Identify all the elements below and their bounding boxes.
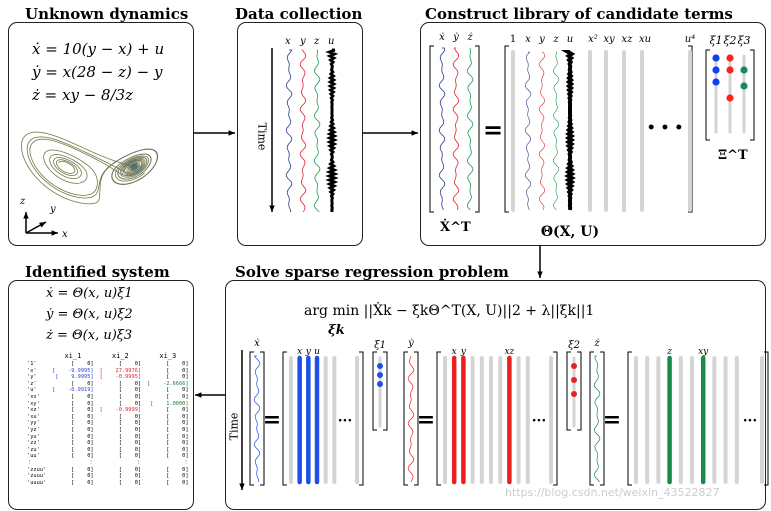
active-term-label: xz [504,347,514,357]
xdot-column-label: ż [466,32,473,43]
arrow-to-library-head [411,130,418,136]
theta-column-label: x [525,34,531,45]
active-term-label: y [305,347,312,357]
lhs-label: ż [593,338,600,349]
z-axis-arrow-head [23,212,29,219]
xdot-column-label: ẏ [452,32,459,43]
watermark: https://blog.csdn.net/weixin_43522827 [505,486,720,499]
xi-nonzero-coefficient [712,66,720,74]
lhs-label: ẏ [407,338,414,349]
equals-sign: = [417,407,435,433]
theta-column-label: xy [603,34,615,45]
theta-column-label: u [567,34,573,45]
regression-ellipsis: ··· [532,413,547,429]
theta-column-label: y [538,34,545,45]
xi-nonzero-coefficient [740,66,748,74]
regression-ellipsis: ··· [338,413,353,429]
u-timeseries [325,48,339,213]
theta-column-label: u⁴ [685,34,695,45]
xi-nonzero-coefficient [377,372,383,378]
xdot-column-label: ẋ [439,32,445,43]
z-timeseries [313,49,321,213]
arrow-to-data-collection-head [228,130,235,136]
xi-nonzero-coefficient [726,94,734,102]
theta-column-label: xu [639,34,651,45]
active-term-label: x [297,347,302,357]
arrow-to-identified-system-head [195,392,202,398]
time-arrow-head [269,205,275,212]
xi-nonzero-coefficient [571,391,577,397]
xi-nonzero-coefficient [571,363,577,369]
y-timeseries [299,49,307,213]
library-x-trace [524,51,532,211]
xi-nonzero-coefficient [712,78,720,86]
regression-ellipsis: ··· [743,413,758,429]
lorenz-attractor-trace [20,131,159,205]
equals-sign: = [263,407,281,433]
active-term-label: xy [698,347,709,357]
xi-nonzero-coefficient [712,54,720,62]
library-z-trace [552,51,560,211]
theta-matrix-label: Θ(X, U) [541,224,599,240]
active-term-label: y [460,347,467,357]
xi-nonzero-coefficient [726,66,734,74]
x-axis-arrow-head [51,230,58,236]
xdot-column-trace [466,47,474,211]
xdot-column-trace [452,47,460,211]
xi-column-label: ξ3 [737,34,750,47]
equals-sign: = [483,115,503,144]
active-term-label: z [666,347,672,357]
active-term-label: u [314,347,320,357]
xi-nonzero-coefficient [377,363,383,369]
xi-matrix-label: Ξ^T [718,148,748,163]
lhs-trace [593,355,601,483]
regression-time-arrow-head [239,483,245,490]
x-timeseries [285,49,293,213]
theta-column-label: 1 [510,34,516,45]
library-u-trace [560,50,576,211]
xi-column-label: ξ2 [723,34,736,47]
lhs-label: ẋ [254,338,260,349]
theta-column-label: z [552,34,559,45]
library-ellipsis: • • • [647,120,684,136]
xi-vector-label: ξ2 [568,340,580,351]
lhs-trace [407,355,415,483]
xdot-matrix-label: Ẋ^T [440,220,471,235]
arrow-to-regression-head [537,271,543,278]
xi-vector-label: ξ1 [374,340,386,351]
active-term-label: x [452,347,457,357]
library-y-trace [538,51,546,211]
xi-nonzero-coefficient [726,54,734,62]
equals-sign: = [603,407,621,433]
xdot-matrix-bracket [429,45,480,213]
xi-column-label: ξ1 [709,34,722,47]
xi-nonzero-coefficient [571,377,577,383]
diagram-graphics: ẋ ẏ ż=1 x y z u x² xy xz xu u⁴• • •Θ(X, U)ξ1 ξ2 ξ3ẋ=x… [20,32,769,490]
xdot-column-trace [438,47,446,211]
xi-nonzero-coefficient [377,381,383,387]
theta-column-label: xz [622,34,634,45]
lhs-trace [253,355,261,482]
theta-column-label: x² [588,34,598,45]
xi-nonzero-coefficient [740,82,748,90]
